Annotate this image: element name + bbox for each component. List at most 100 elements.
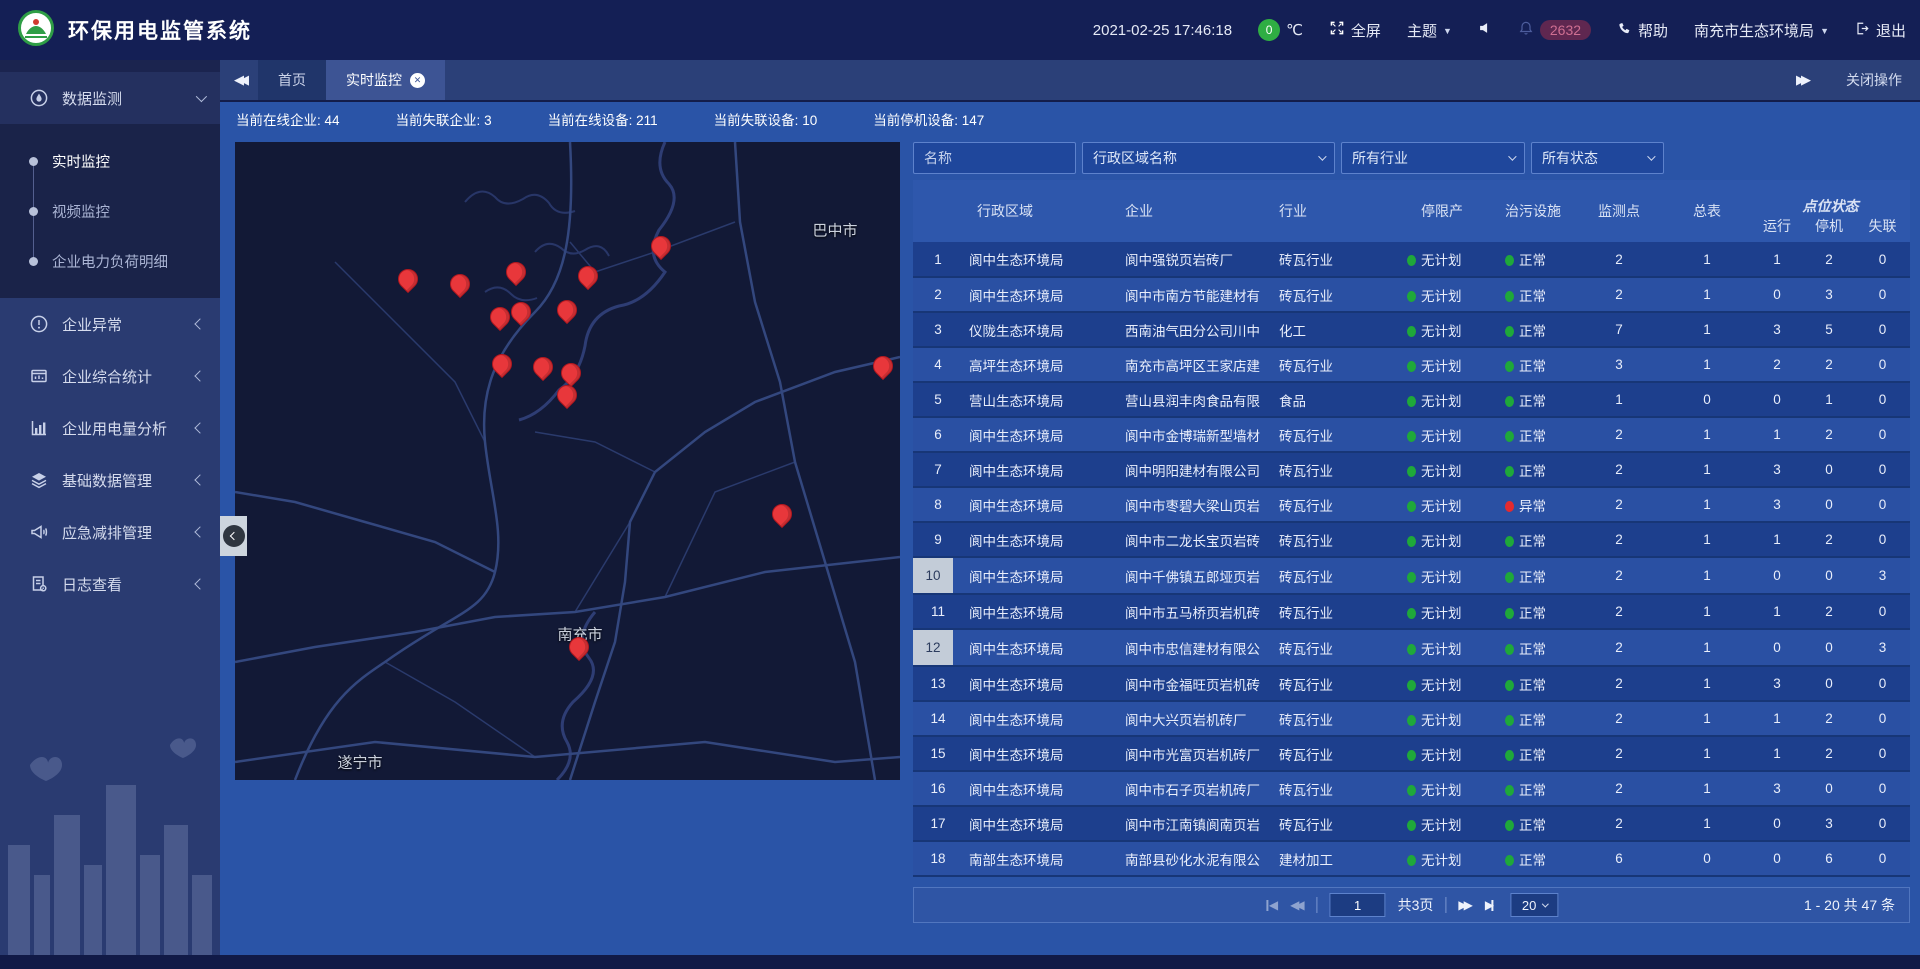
- double-right-arrow-icon: ▶▶: [1796, 72, 1806, 88]
- cell-company: 阆中市光富页岩机砖厂: [1111, 736, 1265, 771]
- exit-icon: [1855, 21, 1870, 40]
- table-row[interactable]: 17阆中生态环境局阆中市江南镇阆南页岩砖瓦行业无计划正常21030: [913, 806, 1910, 841]
- org-dropdown[interactable]: 南充市生态环境局 ▼: [1694, 20, 1829, 41]
- pagination-bar: ◀ ◀◀ 共3页 ▶▶ ▶ 20 1 - 20 共 47 条: [913, 887, 1910, 923]
- sidebar-item-5[interactable]: 应急减排管理: [0, 506, 220, 558]
- table-row[interactable]: 10阆中生态环境局阆中千佛镇五郎垭页岩砖瓦行业无计划正常21003: [913, 557, 1910, 594]
- sidebar-subitem-2[interactable]: 企业电力负荷明细: [0, 236, 220, 286]
- cell-total-meters: 1: [1663, 277, 1751, 312]
- table-row[interactable]: 4高坪生态环境局南充市高坪区王家店建砖瓦行业无计划正常31220: [913, 347, 1910, 382]
- map-panel[interactable]: 巴中市南充市遂宁市: [235, 142, 900, 780]
- page-input[interactable]: [1330, 893, 1386, 917]
- table-row[interactable]: 8阆中生态环境局阆中市枣碧大梁山页岩砖瓦行业无计划异常21300: [913, 487, 1910, 522]
- table-row[interactable]: 18南部生态环境局南部县砂化水泥有限公建材加工无计划正常60060: [913, 841, 1910, 876]
- first-page-button[interactable]: ◀: [1265, 898, 1278, 912]
- table-row[interactable]: 15阆中生态环境局阆中市光富页岩机砖厂砖瓦行业无计划正常21120: [913, 736, 1910, 771]
- cell-region: 阆中生态环境局: [963, 629, 1111, 666]
- cell-total-meters: 1: [1663, 487, 1751, 522]
- close-icon[interactable]: ✕: [410, 73, 425, 88]
- cell-running: 0: [1751, 557, 1803, 594]
- fullscreen-button[interactable]: 全屏: [1329, 20, 1381, 41]
- status-dot-icon: [1407, 644, 1416, 655]
- table-row[interactable]: 6阆中生态环境局阆中市金博瑞新型墙材砖瓦行业无计划正常21120: [913, 417, 1910, 452]
- cell-lost: 0: [1855, 452, 1910, 487]
- cell-industry: 砖瓦行业: [1265, 806, 1393, 841]
- table-row[interactable]: 16阆中生态环境局阆中市石子页岩机砖厂砖瓦行业无计划正常21300: [913, 771, 1910, 806]
- name-filter-input[interactable]: [913, 142, 1076, 174]
- industry-filter-select[interactable]: 所有行业: [1341, 142, 1525, 174]
- sidebar-collapse-toggle[interactable]: [220, 516, 247, 556]
- tabs-scroll-right-button[interactable]: ▶▶: [1782, 72, 1820, 88]
- cell-total-meters: 0: [1663, 382, 1751, 417]
- region-filter-select[interactable]: 行政区域名称: [1082, 142, 1335, 174]
- tab-0[interactable]: 首页: [258, 60, 326, 100]
- page-size-select[interactable]: 20: [1510, 893, 1558, 917]
- row-number: 12: [913, 629, 963, 666]
- table-row[interactable]: 2阆中生态环境局阆中市南方节能建材有砖瓦行业无计划正常21030: [913, 277, 1910, 312]
- chevron-left-icon: [194, 370, 205, 381]
- theme-dropdown[interactable]: 主题 ▼: [1407, 20, 1452, 41]
- cell-lost: 0: [1855, 701, 1910, 736]
- row-number: 5: [913, 382, 963, 417]
- tab-1[interactable]: 实时监控✕: [326, 60, 445, 100]
- sidebar-item-2[interactable]: 企业综合统计: [0, 350, 220, 402]
- sidebar-item-4[interactable]: 基础数据管理: [0, 454, 220, 506]
- table-row[interactable]: 12阆中生态环境局阆中市忠信建材有限公砖瓦行业无计划正常21003: [913, 629, 1910, 666]
- fullscreen-label: 全屏: [1351, 20, 1381, 41]
- region-filter-value: 行政区域名称: [1093, 148, 1177, 168]
- sidebar-item-3[interactable]: 企业用电量分析: [0, 402, 220, 454]
- logout-button[interactable]: 退出: [1855, 20, 1906, 41]
- table-row[interactable]: 13阆中生态环境局阆中市金福旺页岩机砖砖瓦行业无计划正常21300: [913, 666, 1910, 701]
- sidebar-item-6[interactable]: 日志查看: [0, 558, 220, 610]
- table-row[interactable]: 3仪陇生态环境局西南油气田分公司川中化工无计划正常71350: [913, 312, 1910, 347]
- status-filter-select[interactable]: 所有状态: [1531, 142, 1664, 174]
- status-dot-icon: [1505, 361, 1514, 372]
- sidebar-subitem-0[interactable]: 实时监控: [0, 136, 220, 186]
- cell-treatment: 正常: [1491, 666, 1575, 701]
- close-operations-button[interactable]: 关闭操作: [1846, 70, 1902, 90]
- cell-treatment: 异常: [1491, 487, 1575, 522]
- table-row[interactable]: 1阆中生态环境局阆中强锐页岩砖厂砖瓦行业无计划正常21120: [913, 242, 1910, 277]
- table-row[interactable]: 5营山生态环境局营山县润丰肉食品有限食品无计划正常10010: [913, 382, 1910, 417]
- notifications[interactable]: 2632: [1518, 20, 1591, 40]
- status-dot-icon: [1407, 608, 1416, 619]
- chevron-left-icon: [194, 474, 205, 485]
- next-page-button[interactable]: ▶▶: [1458, 898, 1472, 912]
- cell-stopped: 0: [1803, 666, 1855, 701]
- row-number: 1: [913, 242, 963, 277]
- cell-monitor-points: 2: [1575, 557, 1663, 594]
- cell-region: 阆中生态环境局: [963, 701, 1111, 736]
- cell-total-meters: 1: [1663, 452, 1751, 487]
- status-dot-icon: [1505, 255, 1514, 266]
- bullet-dot-icon: [29, 157, 38, 166]
- cell-lost: 0: [1855, 771, 1910, 806]
- mute-button[interactable]: [1478, 21, 1492, 39]
- table-row[interactable]: 11阆中生态环境局阆中市五马桥页岩机砖砖瓦行业无计划正常21120: [913, 594, 1910, 629]
- last-page-button[interactable]: ▶: [1485, 898, 1498, 912]
- last-page-icon: ▶: [1485, 898, 1490, 912]
- tabs-scroll-left-button[interactable]: ◀◀: [220, 60, 258, 100]
- cell-total-meters: 1: [1663, 417, 1751, 452]
- cell-lost: 0: [1855, 841, 1910, 876]
- cell-lost: 0: [1855, 522, 1910, 557]
- sidebar-item-1[interactable]: 企业异常: [0, 298, 220, 350]
- cell-stopped: 6: [1803, 841, 1855, 876]
- status-dot-icon: [1407, 572, 1416, 583]
- table-row[interactable]: 14阆中生态环境局阆中大兴页岩机砖厂砖瓦行业无计划正常21120: [913, 701, 1910, 736]
- stat-item: 当前失联企业: 3: [396, 109, 492, 129]
- bullet-dot-icon: [29, 257, 38, 266]
- stat-value: 211: [636, 113, 658, 128]
- help-button[interactable]: 帮助: [1617, 20, 1668, 41]
- column-header: 企业: [1111, 180, 1265, 242]
- status-dot-icon: [1505, 820, 1514, 831]
- row-number: 3: [913, 312, 963, 347]
- row-number: 15: [913, 736, 963, 771]
- temperature-badge: 0: [1258, 19, 1280, 41]
- table-row[interactable]: 7阆中生态环境局阆中明阳建材有限公司砖瓦行业无计划正常21300: [913, 452, 1910, 487]
- sidebar-subitem-1[interactable]: 视频监控: [0, 186, 220, 236]
- data-monitor-icon: [28, 88, 50, 108]
- chevron-down-icon: [1318, 152, 1326, 160]
- prev-page-button[interactable]: ◀◀: [1290, 898, 1304, 912]
- sidebar-item-0[interactable]: 数据监测: [0, 72, 220, 124]
- table-row[interactable]: 9阆中生态环境局阆中市二龙长宝页岩砖砖瓦行业无计划正常21120: [913, 522, 1910, 557]
